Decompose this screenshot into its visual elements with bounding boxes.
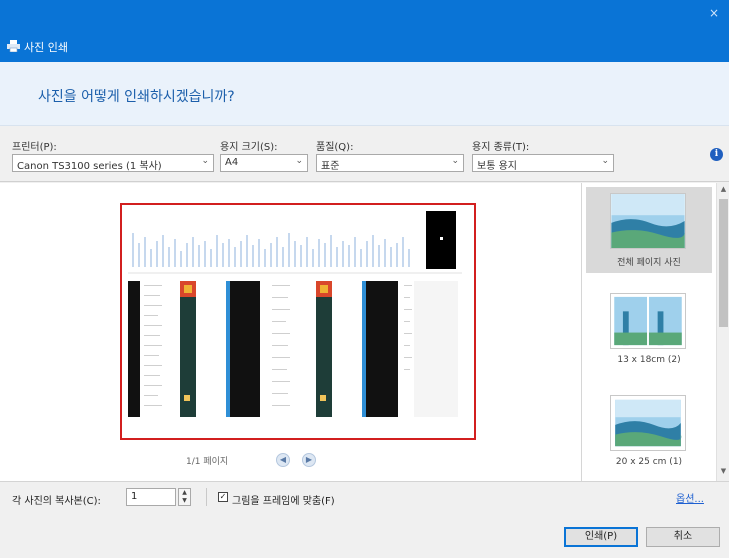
layout-item-full-page[interactable]: 전체 페이지 사진 bbox=[586, 187, 712, 273]
printer-label: 프린터(P): bbox=[12, 142, 57, 153]
quality-value: 표준 bbox=[321, 161, 340, 172]
paper-type-select[interactable]: 보통 용지 ⌄ bbox=[472, 154, 614, 172]
divider bbox=[206, 488, 207, 506]
chevron-down-icon: ⌄ bbox=[601, 156, 609, 166]
copies-input[interactable]: 1 bbox=[126, 488, 176, 506]
layout-thumbnail bbox=[610, 293, 686, 349]
paper-size-select[interactable]: A4 ⌄ bbox=[220, 154, 308, 172]
paper-type-value: 보통 용지 bbox=[477, 161, 517, 172]
layout-list: 전체 페이지 사진 13 x 18cm (2) 20 x 25 cm (1) bbox=[581, 183, 729, 481]
printer-value: Canon TS3100 series (1 복사) bbox=[17, 161, 162, 172]
dialog-footer: 각 사진의 복사본(C): 1 ▲ ▼ ✓ 그림을 프레임에 맞춤(F) 옵션..… bbox=[0, 481, 729, 558]
close-icon[interactable]: × bbox=[709, 6, 719, 20]
printer-icon bbox=[7, 40, 20, 52]
quality-label: 품질(Q): bbox=[316, 142, 354, 153]
fit-frame-checkbox[interactable]: ✓ bbox=[218, 492, 228, 502]
print-button[interactable]: 인쇄(P) bbox=[564, 527, 638, 547]
print-settings: 프린터(P): Canon TS3100 series (1 복사) ⌄ 용지 … bbox=[0, 126, 729, 182]
next-page-button[interactable]: ▶ bbox=[302, 453, 316, 467]
window-titlebar: × bbox=[0, 0, 729, 32]
page-indicator: 1/1 페이지 bbox=[186, 457, 229, 467]
paper-type-label: 용지 종류(T): bbox=[472, 142, 530, 153]
printer-select[interactable]: Canon TS3100 series (1 복사) ⌄ bbox=[12, 154, 214, 172]
chevron-down-icon: ⌄ bbox=[295, 156, 303, 166]
layout-scrollbar[interactable]: ▲ ▼ bbox=[716, 183, 729, 481]
layout-item-13x18[interactable]: 13 x 18cm (2) bbox=[586, 287, 712, 373]
preview-image bbox=[122, 205, 474, 438]
preview-page bbox=[120, 203, 476, 440]
print-preview: 1/1 페이지 ◀ ▶ bbox=[0, 183, 581, 481]
previous-page-button[interactable]: ◀ bbox=[276, 453, 290, 467]
scroll-up-icon[interactable]: ▲ bbox=[717, 185, 729, 193]
app-bar: 사진 인쇄 bbox=[0, 32, 729, 62]
layout-caption: 전체 페이지 사진 bbox=[617, 258, 681, 268]
cancel-button[interactable]: 취소 bbox=[646, 527, 720, 547]
layout-caption: 20 x 25 cm (1) bbox=[615, 457, 683, 467]
copies-spinner[interactable]: ▲ ▼ bbox=[178, 488, 191, 506]
options-link[interactable]: 옵션... bbox=[676, 490, 704, 505]
fit-frame-label: 그림을 프레임에 맞춤(F) bbox=[232, 496, 335, 507]
window-title: 사진 인쇄 bbox=[24, 41, 68, 54]
copies-label: 각 사진의 복사본(C): bbox=[12, 496, 101, 507]
layout-item-20x25[interactable]: 20 x 25 cm (1) bbox=[586, 389, 712, 475]
paper-size-value: A4 bbox=[225, 157, 239, 168]
help-info-icon[interactable]: i bbox=[710, 148, 723, 161]
layout-thumbnail bbox=[610, 193, 686, 249]
scroll-thumb[interactable] bbox=[719, 199, 728, 327]
chevron-down-icon: ⌄ bbox=[201, 156, 209, 166]
layout-caption: 13 x 18cm (2) bbox=[617, 355, 681, 365]
paper-size-label: 용지 크기(S): bbox=[220, 142, 278, 153]
chevron-down-icon: ⌄ bbox=[451, 156, 459, 166]
quality-select[interactable]: 표준 ⌄ bbox=[316, 154, 464, 172]
layout-thumbnail bbox=[610, 395, 686, 451]
print-question: 사진을 어떻게 인쇄하시겠습니까? bbox=[38, 89, 235, 105]
scroll-down-icon[interactable]: ▼ bbox=[717, 467, 729, 475]
dialog-header: 사진을 어떻게 인쇄하시겠습니까? bbox=[0, 62, 729, 126]
